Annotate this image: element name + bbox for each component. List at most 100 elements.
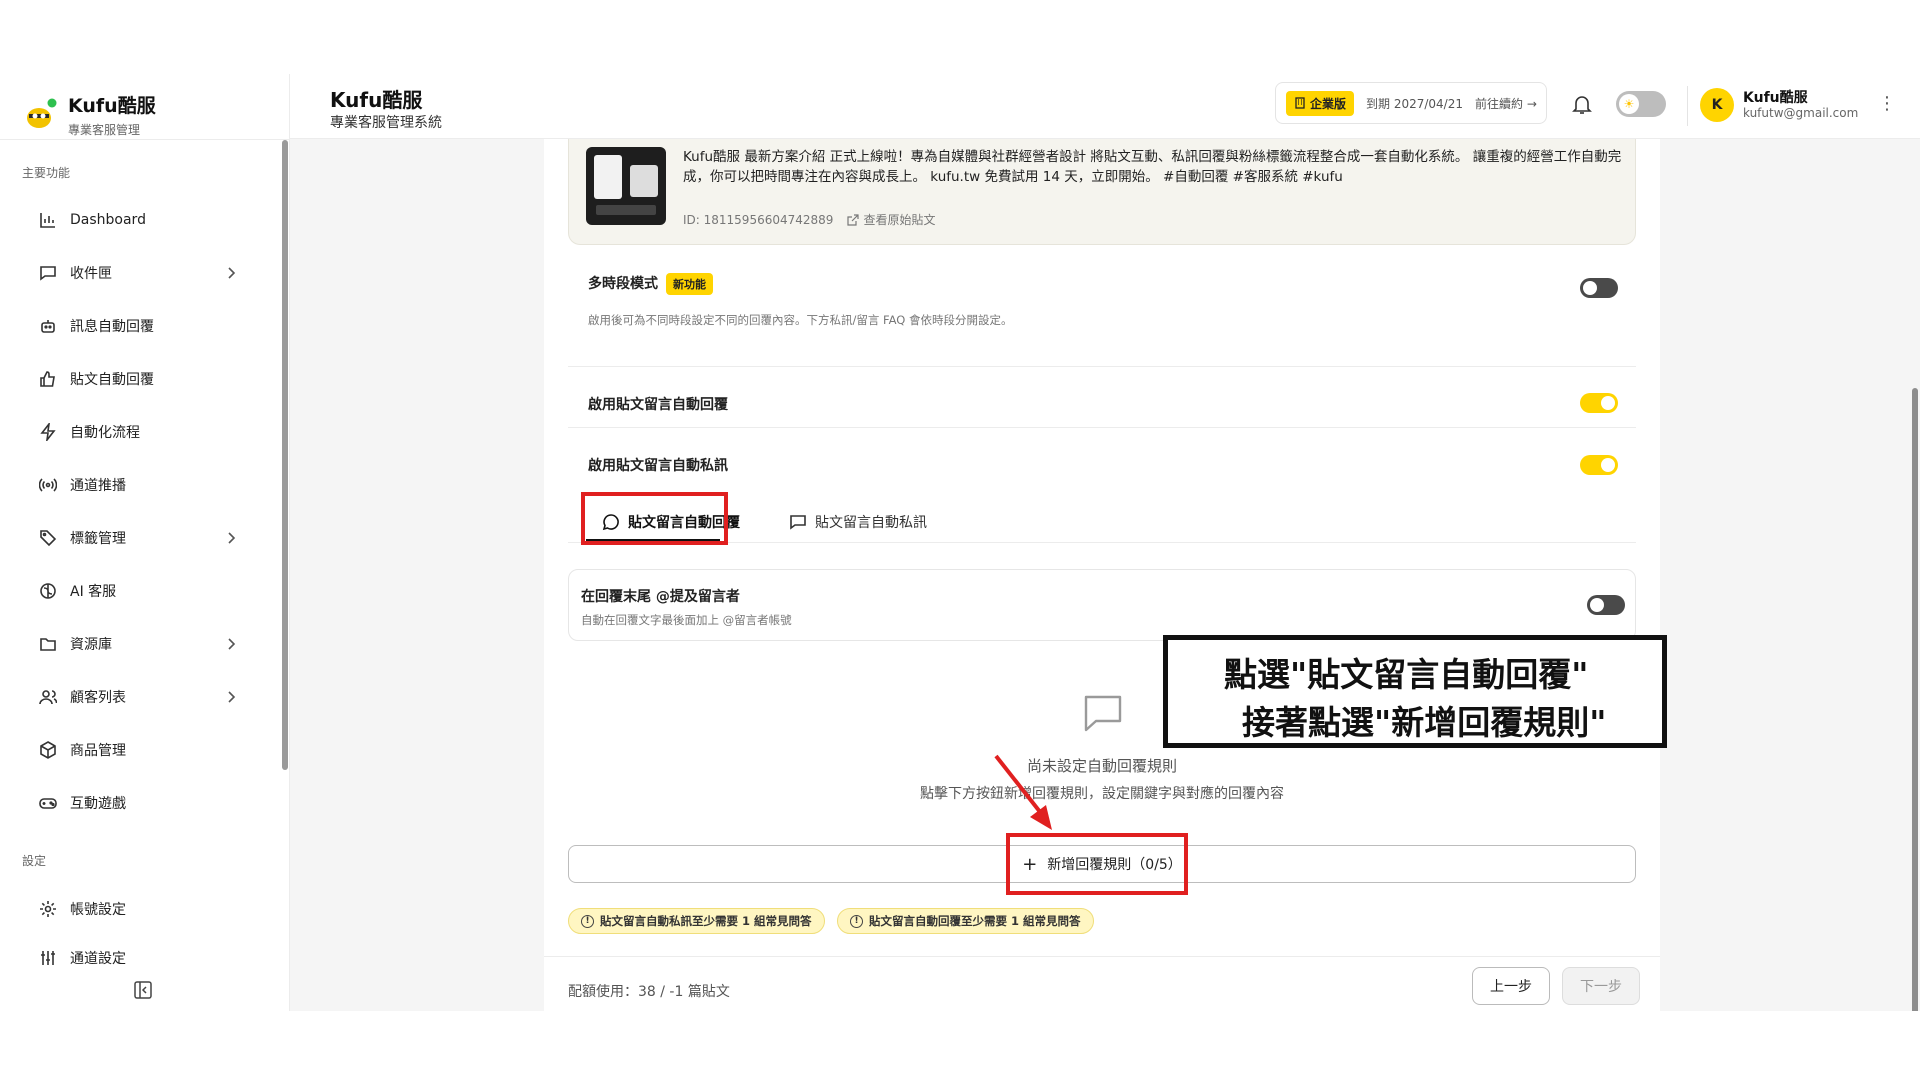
mention-toggle[interactable] [1587,595,1625,615]
building-icon [1295,97,1305,109]
sidebar-item-post-auto-reply[interactable]: 貼文自動回覆 [22,359,250,399]
post-text: Kufu酷服 最新方案介紹 正式上線啦！專為自媒體與社群經營者設計 將貼文互動、… [683,149,1622,185]
sidebar-item-tags[interactable]: 標籤管理 [22,518,250,558]
sidebar-item-products[interactable]: 商品管理 [22,730,250,770]
sidebar-item-account-settings[interactable]: 帳號設定 [22,889,250,929]
next-step-button[interactable]: 下一步 [1562,967,1640,1005]
plan-expiry: 到期 2027/04/21 [1366,96,1463,111]
sidebar-scrollbar[interactable] [282,140,288,770]
gear-icon [38,899,58,919]
lightning-icon [38,422,58,442]
post-id: ID: 18115956604742889 [683,212,834,227]
sidebar-item-message-auto-reply[interactable]: 訊息自動回覆 [22,306,250,346]
warning-badge: ! 貼文留言自動回覆至少需要 1 組常見問答 [837,908,1094,934]
highlight-box-tab [581,492,728,545]
kufu-logo-icon [24,97,58,131]
post-thumbnail [586,147,666,225]
comment-dm-label: 啟用貼文留言自動私訊 [588,458,728,474]
sidebar-collapse-icon[interactable] [133,980,153,1000]
divider [544,956,1660,957]
mention-setting: 在回覆末尾 @提及留言者 自動在回覆文字最後面加上 @留言者帳號 [568,569,1636,641]
sidebar-item-label: 資源庫 [70,637,112,653]
multi-period-toggle[interactable] [1580,278,1618,298]
sidebar-item-customers[interactable]: 顧客列表 [22,677,250,717]
message-square-icon [790,515,806,530]
comment-dm-toggle[interactable] [1580,455,1618,475]
message-square-icon [38,263,58,283]
sidebar-item-label: 收件匣 [70,266,112,282]
highlight-box-add-rule [1006,833,1188,895]
instruction-callout: 點選"貼文留言自動回覆" 接著點選"新增回覆規則" [1163,635,1667,748]
user-email: kufutw@gmail.com [1743,106,1859,120]
multi-period-desc: 啟用後可為不同時段設定不同的回覆內容。下方私訊/留言 FAQ 會依時段分開設定。 [588,313,1013,327]
broadcast-icon [38,475,58,495]
sidebar-item-label: 互動遊戲 [70,796,126,812]
main-scrollbar[interactable] [1912,388,1918,1011]
warning-badge: ! 貼文留言自動私訊至少需要 1 組常見問答 [568,908,825,934]
folder-icon [38,634,58,654]
brand-subtitle: 專業客服管理 [68,122,141,137]
new-feature-badge: 新功能 [666,273,713,295]
instruction-line-1: 點選"貼文留言自動回覆" [1224,655,1589,694]
empty-state-desc: 點擊下方按鈕新增回覆規則，設定關鍵字與對應的回覆內容 [920,786,1284,802]
post-meta: ID: 18115956604742889 查看原始貼文 [683,211,935,228]
divider [1687,86,1688,126]
post-preview: Kufu酷服 最新方案介紹 正式上線啦！專為自媒體與社群經營者設計 將貼文互動、… [568,139,1636,245]
gamepad-icon [38,793,58,813]
info-icon: ! [581,914,594,928]
quota-usage: 配額使用：38 / -1 篇貼文 [568,984,730,1000]
sidebar-item-broadcast[interactable]: 通道推播 [22,465,250,505]
sidebar-item-label: 顧客列表 [70,690,126,706]
users-icon [38,687,58,707]
avatar[interactable]: K [1700,88,1734,122]
sidebar-item-label: 帳號設定 [70,902,126,918]
sidebar-item-label: 商品管理 [70,743,126,759]
bot-icon [38,316,58,336]
message-square-icon [1080,691,1126,737]
renew-link[interactable]: 前往續約 → [1475,95,1537,112]
sidebar-item-label: Dashboard [70,212,146,228]
sidebar-item-inbox[interactable]: 收件匣 [22,253,250,293]
top-header: Kufu酷服 專業客服管理系統 企業版 到期 2027/04/21 前往續約 →… [290,74,1920,139]
thumbs-up-icon [38,369,58,389]
plan-badge: 企業版 [1286,90,1355,116]
brand[interactable]: Kufu酷服 專業客服管理 [24,84,156,144]
page-title: Kufu酷服 [330,88,423,112]
plan-info: 企業版 到期 2027/04/21 前往續約 → [1275,82,1547,124]
divider [568,366,1636,367]
sidebar-item-resources[interactable]: 資源庫 [22,624,250,664]
section-settings-label: 設定 [22,854,47,868]
view-original-post-link[interactable]: 查看原始貼文 [847,211,935,228]
sidebar-item-dashboard[interactable]: Dashboard [22,200,250,240]
sidebar-item-label: 訊息自動回覆 [70,319,154,335]
empty-state-title: 尚未設定自動回覆規則 [1026,757,1177,775]
user-name: Kufu酷服 [1743,90,1808,106]
sidebar-item-automation[interactable]: 自動化流程 [22,412,250,452]
app-window: Kufu酷服 專業客服管理 主要功能 Dashboard 收件匣 訊息自動回覆 … [0,74,1920,1011]
info-icon: ! [850,914,863,928]
theme-toggle[interactable]: ☀ [1616,91,1666,117]
sidebar-item-label: AI 客服 [70,584,117,600]
chevron-right-icon [222,688,240,706]
sidebar-item-label: 標籤管理 [70,531,126,547]
sidebar-item-games[interactable]: 互動遊戲 [22,783,250,823]
sidebar-item-ai-service[interactable]: AI 客服 [22,571,250,611]
previous-step-button[interactable]: 上一步 [1472,967,1550,1005]
more-vertical-icon[interactable]: ⋮ [1878,94,1896,118]
brand-name: Kufu酷服 [68,94,156,117]
sidebar-item-channel-settings[interactable]: 通道設定 [22,942,250,970]
sliders-icon [38,948,58,968]
divider [0,139,290,140]
package-icon [38,740,58,760]
sidebar-item-label: 通道推播 [70,478,126,494]
external-link-icon [847,213,860,226]
sidebar-item-label: 貼文自動回覆 [70,372,154,388]
multi-period-title: 多時段模式 新功能 [588,273,713,295]
sun-icon: ☀ [1619,94,1639,114]
tab-comment-auto-dm[interactable]: 貼文留言自動私訊 [789,501,927,543]
chevron-right-icon [222,635,240,653]
chevron-right-icon [222,529,240,547]
bell-icon[interactable] [1570,92,1594,116]
comment-reply-toggle[interactable] [1580,393,1618,413]
sidebar-item-label: 自動化流程 [70,425,140,441]
